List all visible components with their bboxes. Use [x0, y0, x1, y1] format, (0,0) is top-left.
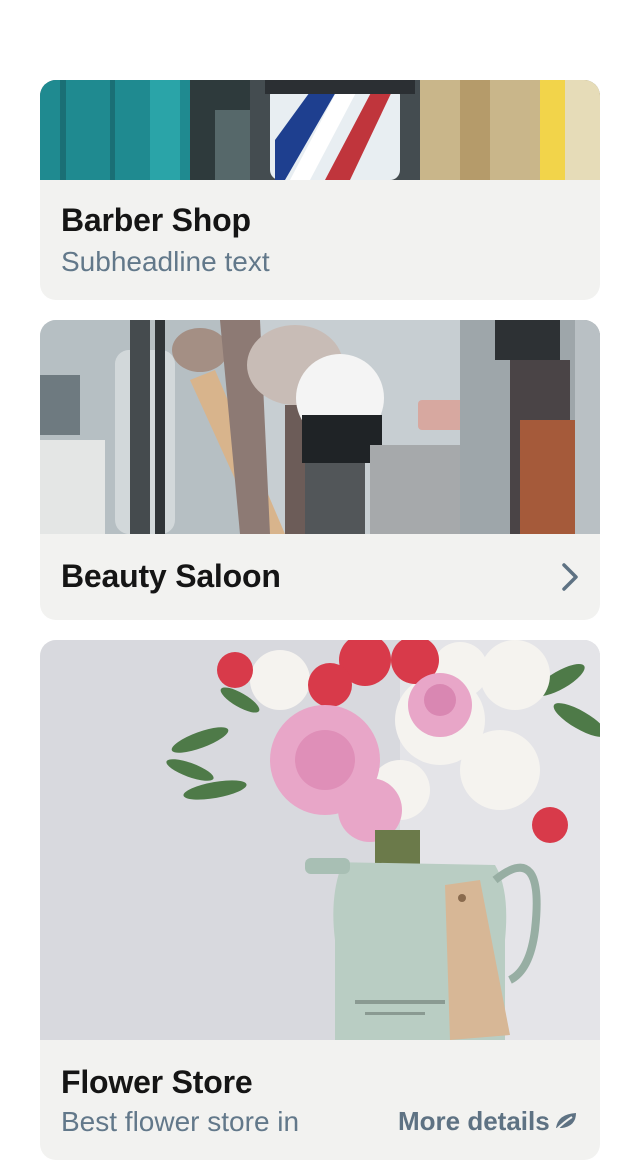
- card-subtitle: Subheadline text: [61, 246, 270, 277]
- barber-shop-image: [40, 80, 600, 180]
- leaf-icon: [555, 1113, 576, 1131]
- card-beauty-saloon[interactable]: Beauty Saloon: [40, 320, 600, 620]
- card-title: Beauty Saloon: [61, 558, 281, 594]
- card-title: Flower Store: [61, 1064, 253, 1100]
- beauty-saloon-image: [40, 320, 600, 534]
- card-barber-shop[interactable]: Barber Shop Subheadline text: [40, 80, 600, 300]
- chevron-right-icon[interactable]: [558, 562, 582, 592]
- card-flower-store[interactable]: Flower Store Best flower store in More d…: [40, 640, 600, 1160]
- card-title: Barber Shop: [61, 202, 251, 238]
- flower-store-image: [40, 640, 600, 1040]
- card-subtitle: Best flower store in: [61, 1106, 300, 1137]
- more-details-link[interactable]: More details: [398, 1106, 550, 1137]
- more-details-label: More details: [398, 1106, 550, 1136]
